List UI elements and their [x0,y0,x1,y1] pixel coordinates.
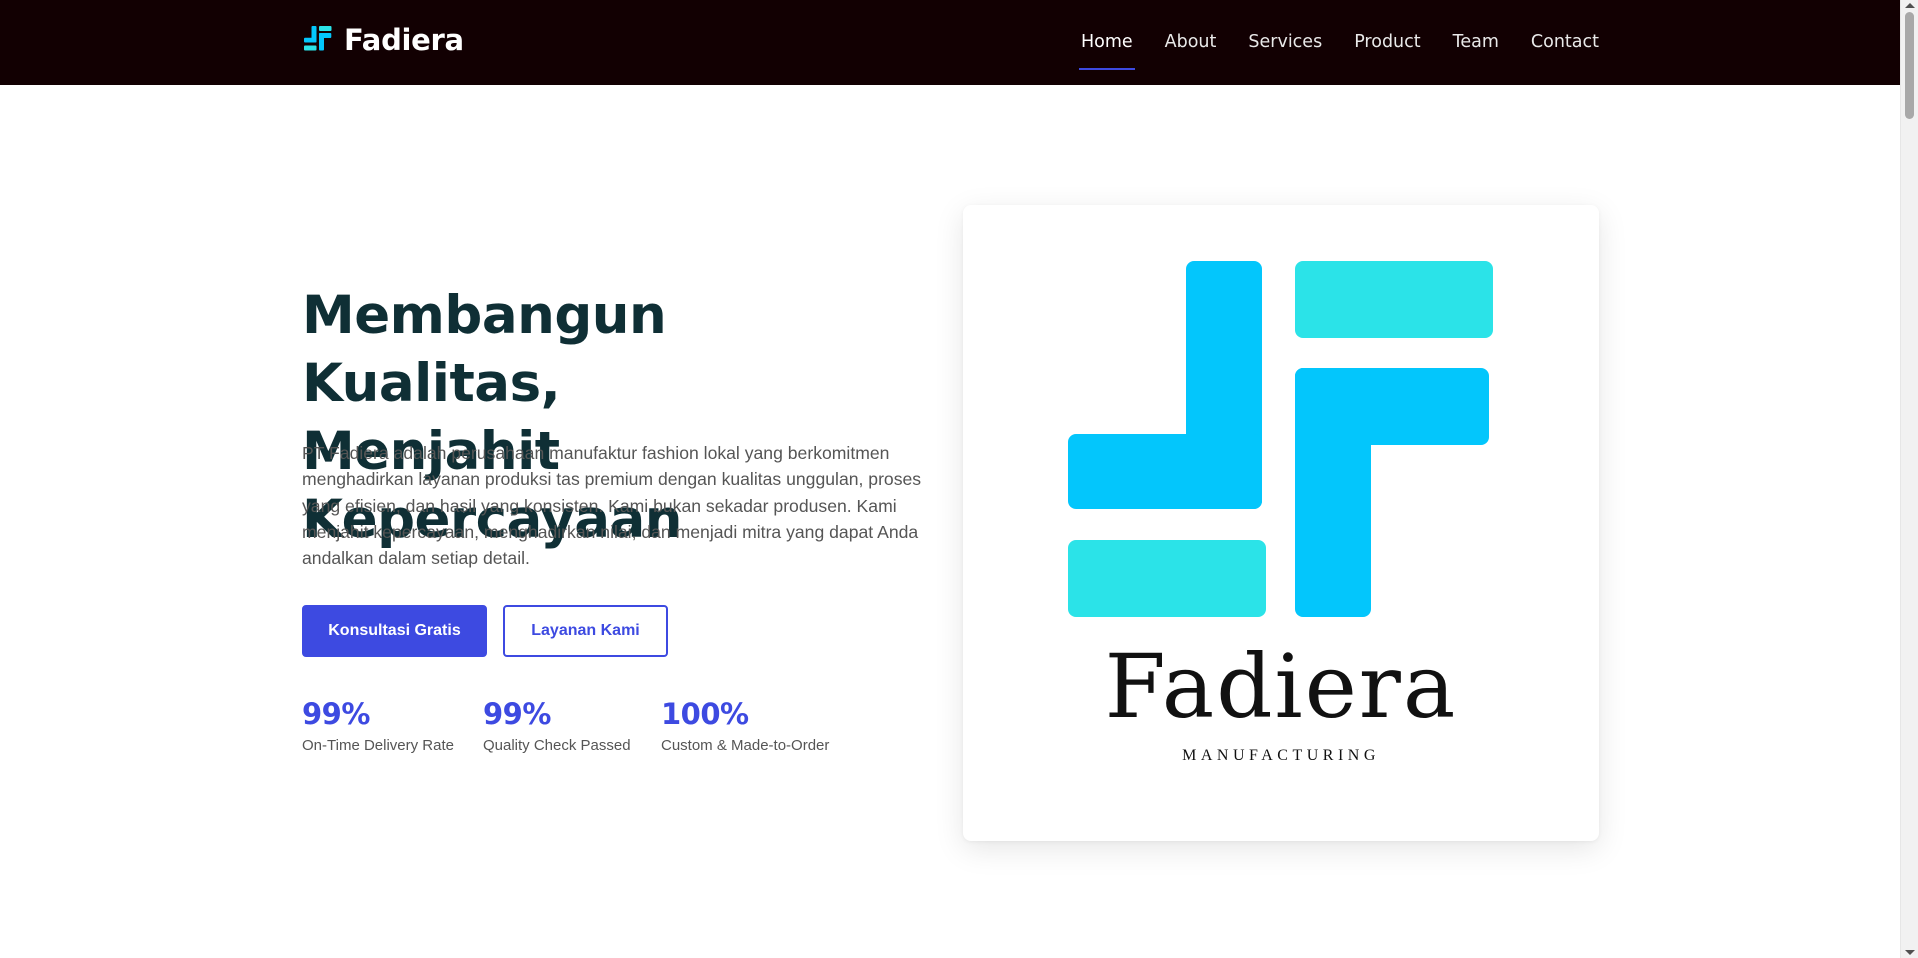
scroll-down-arrow-icon[interactable] [1905,950,1915,955]
stat-label: Quality Check Passed [483,737,631,754]
nav-item-home[interactable]: Home [1078,0,1135,85]
page-scrollbar[interactable] [1900,0,1918,958]
nav-item-product[interactable]: Product [1354,0,1420,85]
brand-name: Fadiera [344,23,464,57]
scrollbar-thumb[interactable] [1905,12,1914,119]
site-header: Fadiera Home About Services Product Team… [0,0,1900,85]
brand-logo-link[interactable]: Fadiera [304,18,464,62]
hero-description: PT Fadiera adalah perusahaan manufaktur … [302,443,922,569]
consultation-button[interactable]: Konsultasi Gratis [302,605,487,657]
stat-value: 100% [661,697,749,731]
nav-item-contact[interactable]: Contact [1531,0,1599,85]
scroll-up-arrow-icon[interactable] [1905,3,1915,8]
stat-quality-check: 99% Quality Check Passed [483,697,631,754]
nav-item-about[interactable]: About [1165,0,1217,85]
services-button[interactable]: Layanan Kami [503,605,668,657]
card-wordmark: Fadiera [1104,635,1458,738]
fadiera-logo-icon [304,26,332,51]
stat-value: 99% [302,697,370,731]
hero-title-line-1: Membangun Kualitas, [302,285,667,414]
stat-label: Custom & Made-to-Order [661,737,830,754]
nav-item-services[interactable]: Services [1248,0,1322,85]
stat-custom-made: 100% Custom & Made-to-Order [661,697,829,754]
hero-logo-card: Fadiera MANUFACTURING [963,205,1599,841]
stat-on-time-delivery: 99% On-Time Delivery Rate [302,697,454,754]
stat-label: On-Time Delivery Rate [302,737,454,754]
main-nav: Home About Services Product Team Contact [1078,0,1599,85]
nav-item-team[interactable]: Team [1453,0,1499,85]
stat-value: 99% [483,697,551,731]
card-tagline: MANUFACTURING [1182,747,1380,764]
fadiera-large-logo-icon [1068,261,1493,617]
